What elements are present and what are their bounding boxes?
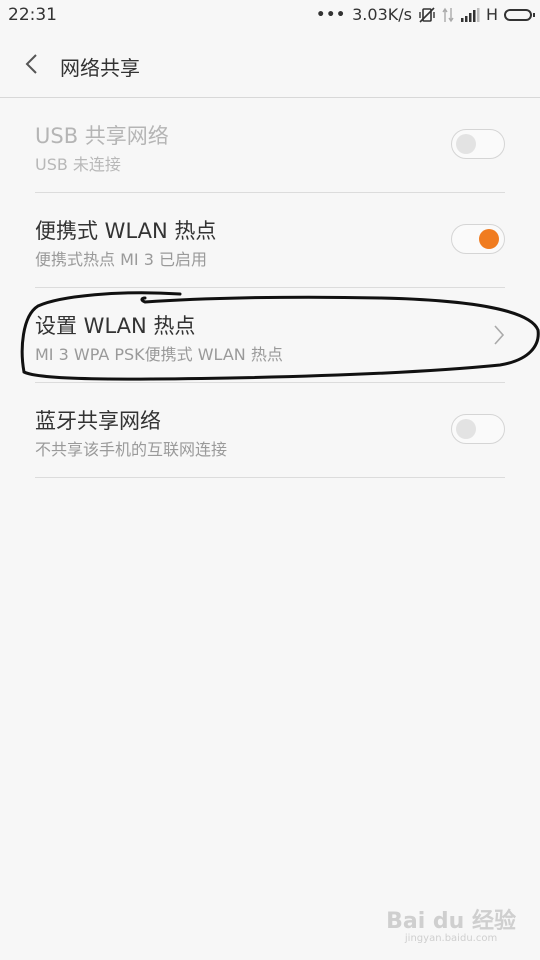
battery-icon — [504, 8, 535, 21]
toggle-knob — [479, 229, 499, 249]
watermark-url: jingyan.baidu.com — [404, 933, 498, 944]
chevron-right-icon — [494, 325, 505, 345]
watermark: Bai du 经验 jingyan.baidu.com — [386, 903, 516, 944]
item-subtitle: MI 3 WPA PSK便携式 WLAN 热点 — [35, 345, 283, 364]
item-title: 便携式 WLAN 热点 — [35, 219, 217, 243]
data-arrows-icon — [442, 7, 454, 22]
network-type: H — [485, 5, 498, 24]
wlan-hotspot-item[interactable]: 便携式 WLAN 热点 便携式热点 MI 3 已启用 — [35, 193, 505, 288]
bluetooth-tethering-item[interactable]: 蓝牙共享网络 不共享该手机的互联网连接 — [35, 383, 505, 478]
toggle-knob — [456, 419, 476, 439]
page-title: 网络共享 — [60, 56, 140, 80]
toggle-knob — [456, 134, 476, 154]
wlan-hotspot-settings-item[interactable]: 设置 WLAN 热点 MI 3 WPA PSK便携式 WLAN 热点 — [35, 288, 505, 383]
item-title: 蓝牙共享网络 — [35, 409, 161, 433]
item-subtitle: 不共享该手机的互联网连接 — [35, 440, 228, 459]
status-bar: 22:31 ••• 3.03K/s H — [0, 0, 540, 32]
status-icons: ••• 3.03K/s H — [316, 5, 535, 24]
back-arrow-icon[interactable] — [22, 52, 44, 76]
bluetooth-tethering-toggle[interactable] — [451, 414, 505, 444]
item-subtitle: USB 未连接 — [35, 155, 121, 174]
network-speed: 3.03K/s — [352, 5, 412, 24]
usb-tethering-item: USB 共享网络 USB 未连接 — [35, 98, 505, 193]
item-title: 设置 WLAN 热点 — [35, 314, 196, 338]
signal-icon — [460, 7, 480, 22]
item-title: USB 共享网络 — [35, 124, 169, 148]
vibrate-off-icon — [419, 6, 435, 23]
more-dots: ••• — [316, 6, 347, 23]
watermark-logo: Bai du 经验 — [386, 909, 516, 934]
header: 网络共享 — [0, 32, 540, 98]
status-time: 22:31 — [8, 5, 57, 25]
usb-tethering-toggle — [451, 129, 505, 159]
item-subtitle: 便携式热点 MI 3 已启用 — [35, 250, 207, 269]
settings-list: USB 共享网络 USB 未连接 便携式 WLAN 热点 便携式热点 MI 3 … — [35, 98, 505, 478]
wlan-hotspot-toggle[interactable] — [451, 224, 505, 254]
